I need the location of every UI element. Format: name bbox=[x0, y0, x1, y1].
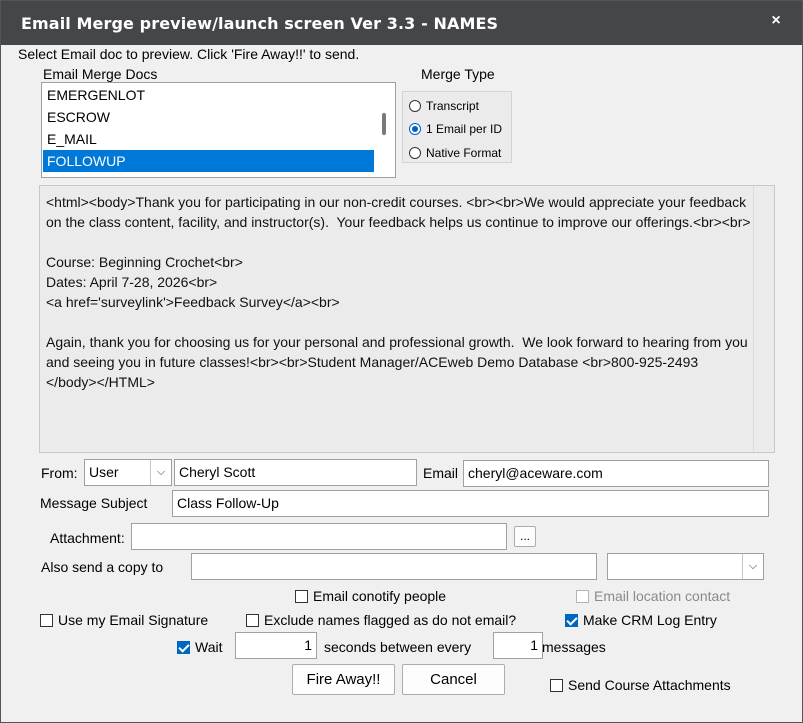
copy-to-field[interactable] bbox=[191, 553, 597, 580]
title-bar[interactable]: Email Merge preview/launch screen Ver 3.… bbox=[1, 1, 802, 45]
checkbox-label: Exclude names flagged as do not email? bbox=[264, 612, 517, 628]
seconds-between-label: seconds between every bbox=[324, 639, 472, 655]
merge-type-label: Merge Type bbox=[421, 66, 495, 82]
radio-transcript[interactable]: Transcript bbox=[409, 99, 479, 113]
from-type-select[interactable]: User ⌵ bbox=[84, 459, 172, 486]
radio-label: Transcript bbox=[426, 99, 479, 113]
radio-native-format[interactable]: Native Format bbox=[409, 146, 501, 160]
list-item[interactable]: ESCROW bbox=[43, 106, 374, 128]
list-item[interactable]: EMERGENLOT bbox=[43, 84, 374, 106]
checkbox-box bbox=[295, 589, 308, 603]
subject-label: Message Subject bbox=[40, 495, 148, 511]
radio-circle bbox=[409, 100, 421, 112]
radio-label: 1 Email per ID bbox=[426, 122, 503, 136]
close-icon[interactable]: × bbox=[767, 11, 785, 31]
checkbox-box bbox=[246, 613, 259, 627]
email-docs-listbox[interactable]: EMERGENLOT ESCROW E_MAIL FOLLOWUP bbox=[41, 82, 396, 178]
checkbox-label: Wait bbox=[195, 639, 223, 655]
docs-scrollbar[interactable] bbox=[375, 83, 395, 177]
copy-to-select[interactable]: ⌵ bbox=[607, 553, 764, 580]
chevron-down-icon[interactable]: ⌵ bbox=[742, 554, 763, 579]
cancel-button[interactable]: Cancel bbox=[402, 664, 505, 695]
email-label: Email bbox=[423, 465, 459, 481]
email-body-text: <html><body>Thank you for participating … bbox=[46, 194, 751, 390]
checkbox-box-checked bbox=[177, 640, 190, 654]
attachment-field[interactable] bbox=[131, 523, 507, 550]
merge-type-group: Transcript 1 Email per ID Native Format bbox=[402, 91, 512, 163]
attachment-label: Attachment: bbox=[50, 530, 125, 546]
radio-circle bbox=[409, 147, 421, 159]
checkbox-box-checked bbox=[565, 613, 578, 627]
instructions-text: Select Email doc to preview. Click 'Fire… bbox=[18, 46, 360, 62]
from-type-value: User bbox=[89, 464, 119, 480]
location-contact-checkbox[interactable]: Email location contact bbox=[576, 588, 730, 604]
email-merge-window: Email Merge preview/launch screen Ver 3.… bbox=[0, 0, 803, 723]
checkbox-label: Email conotify people bbox=[313, 588, 447, 604]
scrollbar-thumb[interactable] bbox=[382, 113, 386, 135]
checkbox-label: Make CRM Log Entry bbox=[583, 612, 717, 628]
checkbox-box bbox=[550, 678, 563, 692]
crm-log-checkbox[interactable]: Make CRM Log Entry bbox=[565, 612, 717, 628]
email-body-preview[interactable]: <html><body>Thank you for participating … bbox=[39, 185, 775, 453]
fire-away-button[interactable]: Fire Away!! bbox=[292, 664, 395, 695]
from-label: From: bbox=[41, 465, 78, 481]
copy-to-label: Also send a copy to bbox=[41, 559, 164, 575]
conotify-checkbox[interactable]: Email conotify people bbox=[295, 588, 446, 604]
subject-field[interactable]: Class Follow-Up bbox=[172, 490, 769, 517]
checkbox-label: Use my Email Signature bbox=[58, 612, 209, 628]
wait-checkbox[interactable]: Wait bbox=[177, 639, 222, 655]
checkbox-box bbox=[576, 589, 589, 603]
docs-label: Email Merge Docs bbox=[43, 66, 158, 82]
checkbox-box bbox=[40, 613, 53, 627]
messages-label: messages bbox=[542, 639, 606, 655]
list-item[interactable]: E_MAIL bbox=[43, 128, 374, 150]
radio-label: Native Format bbox=[426, 146, 502, 160]
email-signature-checkbox[interactable]: Use my Email Signature bbox=[40, 612, 208, 628]
radio-circle-selected bbox=[409, 123, 421, 135]
from-name-field[interactable]: Cheryl Scott bbox=[174, 459, 417, 486]
window-title: Email Merge preview/launch screen Ver 3.… bbox=[21, 14, 499, 33]
from-email-field[interactable]: cheryl@aceware.com bbox=[463, 460, 769, 487]
body-scrollbar[interactable] bbox=[753, 186, 774, 452]
list-item-selected[interactable]: FOLLOWUP bbox=[43, 150, 374, 172]
checkbox-label: Send Course Attachments bbox=[568, 677, 731, 693]
exclude-flagged-checkbox[interactable]: Exclude names flagged as do not email? bbox=[246, 612, 516, 628]
messages-count-field[interactable]: 1 bbox=[493, 632, 543, 659]
chevron-down-icon[interactable]: ⌵ bbox=[150, 460, 171, 485]
wait-seconds-field[interactable]: 1 bbox=[235, 632, 317, 659]
radio-one-email-per-id[interactable]: 1 Email per ID bbox=[409, 122, 502, 136]
browse-attachment-button[interactable]: ... bbox=[514, 526, 536, 547]
checkbox-label: Email location contact bbox=[594, 588, 731, 604]
course-attachments-checkbox[interactable]: Send Course Attachments bbox=[550, 677, 731, 693]
